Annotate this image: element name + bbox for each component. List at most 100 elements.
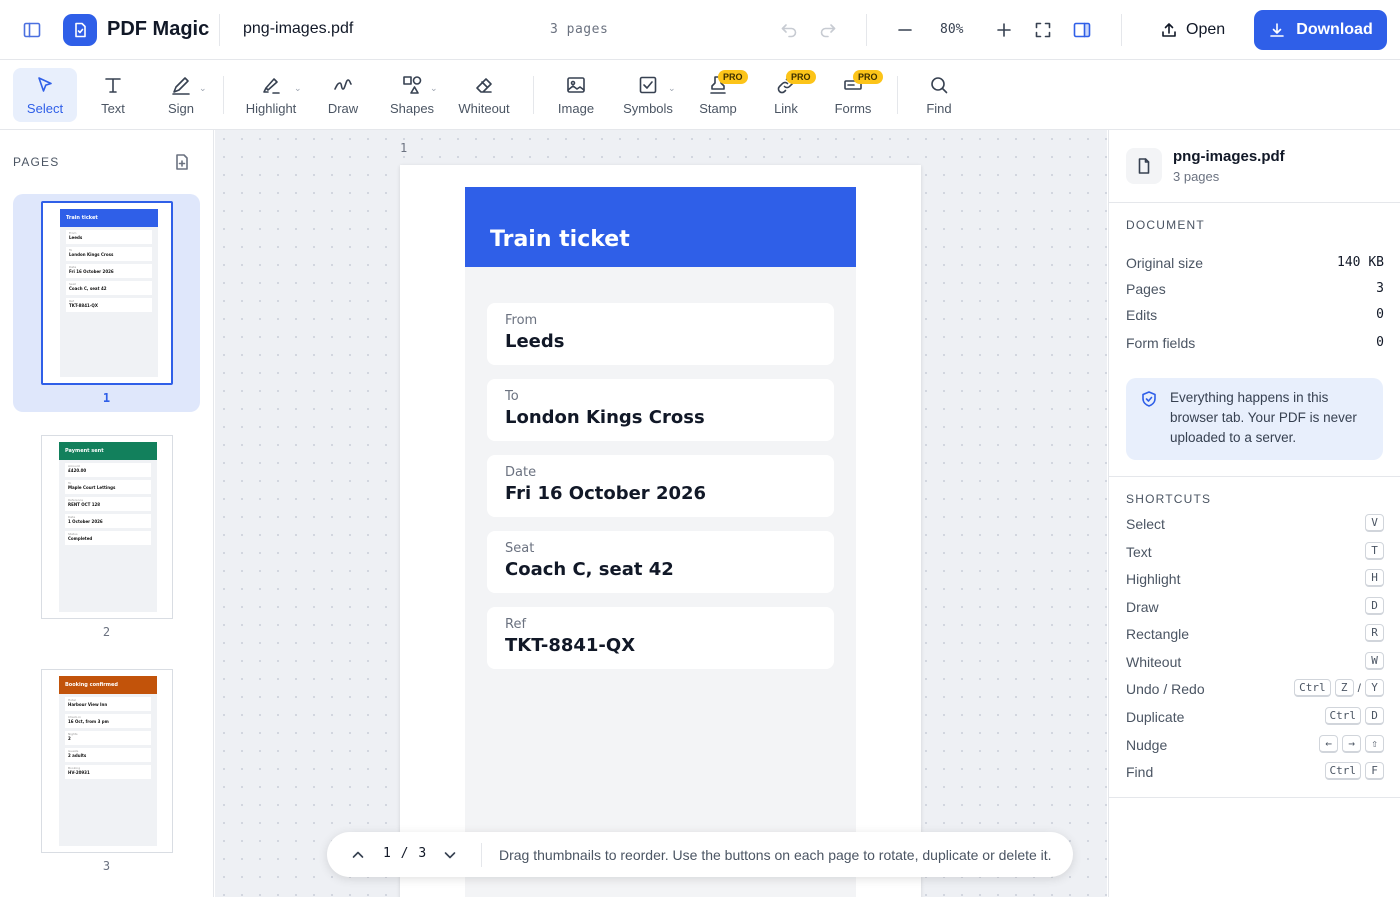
page-indicator: 1 / 3 [383, 846, 426, 861]
search-icon [928, 74, 950, 96]
thumbnail-number: 1 [102, 391, 111, 405]
tool-link[interactable]: Link PRO [762, 68, 816, 122]
chevron-down-icon: ⌄ [294, 83, 302, 93]
tool-whiteout[interactable]: Whiteout [452, 68, 516, 122]
app-logo-icon [63, 14, 97, 46]
tool-select-label: Select [26, 101, 64, 116]
top-bar: PDF Magic png-images.pdf 3 pages 80% Ope… [0, 0, 1400, 60]
shortcut-whiteout: Whiteout W [1126, 652, 1384, 674]
download-icon [1268, 21, 1286, 39]
open-button-label: Open [1186, 21, 1226, 38]
key-cap: D [1365, 597, 1384, 615]
right-panel-toggle-icon[interactable] [1066, 14, 1098, 46]
chevron-up-icon[interactable] [347, 844, 369, 866]
sidebar-toggle-icon[interactable] [16, 14, 48, 46]
thumb-field-value: London Kings Cross [69, 252, 114, 257]
stat-pages: Pages 3 [1126, 281, 1384, 301]
ticket-field-ref: Ref TKT-8841-QX [487, 607, 834, 669]
stat-value: 0 [1376, 307, 1384, 322]
thumb-field-label: Nights [68, 732, 78, 736]
stat-key: Original size [1126, 255, 1204, 271]
field-label: Date [505, 465, 537, 480]
app-name: PDF Magic [107, 18, 210, 40]
thumbnail-number: 2 [102, 625, 111, 639]
tool-find[interactable]: Find [916, 68, 962, 122]
tool-text[interactable]: Text [87, 68, 139, 122]
shortcut-name: Select [1126, 516, 1165, 532]
tool-select[interactable]: Select [13, 68, 77, 122]
thumbnail-title: Payment sent [59, 442, 157, 460]
tool-symbols[interactable]: Symbols ⌄ [615, 68, 681, 122]
chevron-down-icon[interactable] [439, 844, 461, 866]
thumb-field-value: Fri 16 October 2026 [69, 269, 114, 274]
shortcuts-section-title: SHORTCUTS [1126, 492, 1212, 506]
page-separator: / [400, 846, 409, 861]
pro-badge: PRO [853, 70, 883, 84]
checkbox-icon [637, 74, 659, 96]
key-cap: H [1365, 569, 1384, 587]
thumb-field-value: Coach C, seat 42 [69, 286, 107, 291]
document-canvas[interactable]: 1 Train ticket From Leeds To London King… [215, 130, 1107, 897]
key-cap: T [1365, 542, 1384, 560]
key-cap: ← [1319, 735, 1338, 753]
hint-text: Drag thumbnails to reorder. Use the butt… [499, 847, 1052, 863]
tool-shapes[interactable]: Shapes ⌄ [384, 68, 440, 122]
tool-text-label: Text [101, 101, 125, 116]
tool-highlight[interactable]: Highlight ⌄ [238, 68, 304, 122]
current-page: 1 [383, 846, 391, 861]
zoom-in-icon[interactable] [988, 14, 1020, 46]
page-thumbnail-2[interactable]: Payment sent Amount £420.00 To Maple Court… [13, 428, 200, 646]
key-cap: Z [1334, 679, 1354, 697]
stat-edits: Edits 0 [1126, 307, 1384, 327]
stat-key: Pages [1126, 281, 1166, 297]
page-thumbnail-3[interactable]: Booking confirmed Hotel Harbour View Inn … [13, 662, 200, 880]
divider [533, 76, 534, 114]
field-label: Ref [505, 617, 527, 632]
shortcut-duplicate: Duplicate Ctrl D [1126, 707, 1384, 729]
thumb-field-value: HV-20931 [68, 770, 90, 775]
tool-stamp[interactable]: Stamp PRO [692, 68, 748, 122]
tool-draw[interactable]: Draw [320, 68, 366, 122]
zoom-out-icon[interactable] [889, 14, 921, 46]
shapes-icon [401, 74, 423, 96]
key-cap: Ctrl [1324, 707, 1361, 725]
open-button[interactable]: Open [1146, 12, 1239, 48]
download-button-label: Download [1296, 21, 1373, 38]
field-value: TKT-8841-QX [505, 635, 636, 656]
document-section-title: DOCUMENT [1126, 218, 1205, 232]
file-icon [1126, 148, 1162, 184]
privacy-text: Everything happens in this browser tab. … [1170, 390, 1357, 445]
info-panel: png-images.pdf 3 pages DOCUMENT Original… [1108, 130, 1400, 897]
fit-screen-icon[interactable] [1027, 14, 1059, 46]
tool-image-label: Image [557, 101, 595, 116]
key-cap: W [1365, 652, 1384, 670]
ticket-card: Train ticket From Leeds To London Kings … [465, 187, 856, 897]
page-thumbnail-1[interactable]: Train ticket From Leeds To London Kings Cr… [13, 194, 200, 412]
pdf-page[interactable]: Train ticket From Leeds To London Kings … [400, 165, 921, 897]
stat-value: 140 KB [1337, 255, 1384, 270]
image-icon [565, 74, 587, 96]
undo-icon[interactable] [773, 14, 805, 46]
divider [897, 76, 898, 114]
tool-sign[interactable]: Sign ⌄ [154, 68, 208, 122]
zoom-level[interactable]: 80% [940, 22, 963, 37]
total-pages: 3 [418, 846, 427, 861]
shortcut-find: Find Ctrl F [1126, 762, 1384, 784]
stat-original-size: Original size 140 KB [1126, 255, 1384, 275]
stat-value: 0 [1376, 335, 1384, 350]
ticket-field-date: Date Fri 16 October 2026 [487, 455, 834, 517]
thumbnail-image: Booking confirmed Hotel Harbour View Inn … [41, 669, 173, 853]
shortcut-rectangle: Rectangle R [1126, 624, 1384, 646]
field-value: Fri 16 October 2026 [505, 483, 707, 504]
tool-image[interactable]: Image [550, 68, 602, 122]
file-name: png-images.pdf [243, 20, 354, 37]
add-page-icon[interactable] [170, 150, 194, 174]
page-navigator: 1 / 3 Drag thumbnails to reorder. Use th… [327, 832, 1073, 877]
key-cap: V [1365, 514, 1384, 532]
tool-find-label: Find [926, 101, 952, 116]
stat-key: Edits [1126, 307, 1158, 323]
tool-forms[interactable]: Forms PRO [828, 68, 883, 122]
redo-icon[interactable] [812, 14, 844, 46]
upload-icon [1160, 21, 1178, 39]
download-button[interactable]: Download [1254, 10, 1387, 50]
